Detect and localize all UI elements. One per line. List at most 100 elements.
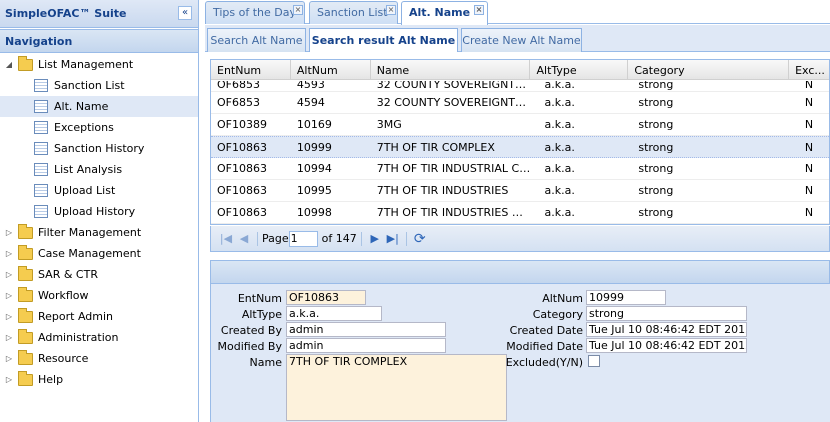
name-textarea[interactable]: 7TH OF TIR COMPLEX: [286, 354, 507, 421]
column-header-excluded[interactable]: Exc...: [789, 60, 829, 80]
alttype-field[interactable]: a.k.a.: [286, 306, 382, 321]
sidebar-item-filter-management[interactable]: ▷ Filter Management: [0, 222, 198, 243]
entnum-label: EntNum: [237, 292, 282, 305]
created-by-field[interactable]: admin: [286, 322, 446, 337]
first-page-icon[interactable]: |◀: [217, 232, 235, 245]
subtab-search-alt-name[interactable]: Search Alt Name: [207, 28, 306, 52]
collapse-sidebar-icon[interactable]: «: [178, 6, 192, 20]
close-icon[interactable]: ×: [293, 5, 303, 15]
column-header-altnum[interactable]: AltNum: [291, 60, 371, 80]
table-row[interactable]: OF10863 10998 7TH OF TIR INDUSTRIES OF I..…: [211, 202, 829, 224]
table-row[interactable]: OF10863 10999 7TH OF TIR COMPLEX a.k.a. stro…: [211, 136, 829, 158]
table-cell-alttype: a.k.a.: [544, 162, 575, 175]
table-cell-name: 7TH OF TIR INDUSTRIES OF I...: [376, 206, 531, 219]
expand-arrow-right-icon[interactable]: ▷: [4, 333, 14, 342]
list-document-icon: [34, 121, 48, 134]
column-header-name[interactable]: Name: [371, 60, 531, 80]
modified-by-field[interactable]: admin: [286, 338, 446, 353]
excluded-checkbox[interactable]: [588, 355, 600, 367]
table-cell-exc: N: [804, 96, 814, 109]
tab-alt-name[interactable]: Alt. Name ×: [401, 1, 488, 25]
table-cell-entnum: OF10863: [217, 206, 267, 219]
column-header-alttype[interactable]: AltType: [530, 60, 629, 80]
sidebar-item-list-management[interactable]: ◢ List Management: [0, 54, 198, 75]
sidebar-item-help[interactable]: ▷ Help: [0, 369, 198, 390]
table-row[interactable]: OF6853 4594 32 COUNTY SOVEREIGNTY ... a.k.a…: [211, 92, 829, 114]
sidebar-item-label: Report Admin: [38, 310, 114, 323]
category-field[interactable]: strong: [586, 306, 747, 321]
sidebar-item-list-analysis[interactable]: List Analysis: [0, 159, 198, 180]
folder-icon: [18, 370, 33, 386]
expand-arrow-down-icon[interactable]: ◢: [4, 60, 14, 69]
sidebar-item-label: Upload History: [54, 205, 136, 218]
table-row[interactable]: OF10863 10994 7TH OF TIR INDUSTRIAL CO... a…: [211, 158, 829, 180]
table-cell-category: strong: [638, 162, 674, 175]
sidebar-item-label: Upload List: [54, 184, 116, 197]
last-page-icon[interactable]: ▶|: [384, 232, 402, 245]
table-cell-entnum: OF10863: [217, 162, 267, 175]
created-date-label: Created Date: [509, 324, 583, 337]
altnum-label: AltNum: [542, 292, 583, 305]
table-cell-category: strong: [638, 206, 674, 219]
table-cell-name: 7TH OF TIR INDUSTRIES: [376, 184, 509, 197]
list-document-icon: [34, 142, 48, 155]
table-cell-exc: N: [804, 140, 814, 154]
sidebar-item-case-management[interactable]: ▷ Case Management: [0, 243, 198, 264]
table-cell-exc: N: [804, 81, 814, 91]
expand-arrow-right-icon[interactable]: ▷: [4, 228, 14, 237]
table-cell-entnum: OF10389: [217, 118, 267, 131]
table-row[interactable]: OF10389 10169 3MG a.k.a. strong N: [211, 114, 829, 136]
previous-page-icon[interactable]: ◀: [235, 232, 253, 245]
table-row[interactable]: OF10863 10995 7TH OF TIR INDUSTRIES a.k.a. s…: [211, 180, 829, 202]
subtab-create-new-alt-name[interactable]: Create New Alt Name: [461, 28, 582, 52]
modified-date-field[interactable]: Tue Jul 10 08:46:42 EDT 2012: [586, 338, 747, 353]
close-icon[interactable]: ×: [474, 5, 484, 15]
folder-icon: [18, 265, 33, 281]
entnum-field[interactable]: OF10863: [286, 290, 366, 305]
toolbar-separator: [257, 231, 258, 246]
sidebar-item-resource[interactable]: ▷ Resource: [0, 348, 198, 369]
sidebar-item-administration[interactable]: ▷ Administration: [0, 327, 198, 348]
close-icon[interactable]: ×: [386, 5, 396, 15]
column-header-category[interactable]: Category: [628, 60, 790, 80]
sidebar-item-alt-name[interactable]: Alt. Name: [0, 96, 198, 117]
expand-arrow-right-icon[interactable]: ▷: [4, 375, 14, 384]
expand-arrow-right-icon[interactable]: ▷: [4, 312, 14, 321]
table-cell-category: strong: [638, 140, 674, 154]
next-page-icon[interactable]: ▶: [366, 232, 384, 245]
sidebar-item-upload-list[interactable]: Upload List: [0, 180, 198, 201]
category-label: Category: [532, 308, 583, 321]
tab-sanction-list[interactable]: Sanction List ×: [309, 1, 398, 24]
list-document-icon: [34, 79, 48, 92]
table-row[interactable]: OF6853 4593 32 COUNTY SOVEREIGNTY ... a.k.a…: [211, 81, 829, 92]
sidebar-item-sar-ctr[interactable]: ▷ SAR & CTR: [0, 264, 198, 285]
created-date-field[interactable]: Tue Jul 10 08:46:42 EDT 2012: [586, 322, 747, 337]
column-header-entnum[interactable]: EntNum: [211, 60, 291, 80]
folder-icon: [18, 349, 33, 365]
sidebar-item-sanction-list[interactable]: Sanction List: [0, 75, 198, 96]
table-cell-exc: N: [804, 184, 814, 197]
sidebar-item-label: SAR & CTR: [38, 268, 98, 281]
tab-tips-of-the-day[interactable]: Tips of the Day ×: [205, 1, 305, 24]
altnum-field[interactable]: 10999: [586, 290, 666, 305]
modified-date-label: Modified Date: [506, 340, 583, 353]
sidebar-item-upload-history[interactable]: Upload History: [0, 201, 198, 222]
table-cell-entnum: OF10863: [217, 184, 267, 197]
subtab-search-result-alt-name[interactable]: Search result Alt Name: [309, 28, 458, 52]
main-panel: Tips of the Day × Sanction List × Alt. N…: [205, 0, 830, 422]
page-number-input[interactable]: [288, 230, 318, 247]
expand-arrow-right-icon[interactable]: ▷: [4, 270, 14, 279]
sidebar-item-report-admin[interactable]: ▷ Report Admin: [0, 306, 198, 327]
expand-arrow-right-icon[interactable]: ▷: [4, 291, 14, 300]
sidebar-item-workflow[interactable]: ▷ Workflow: [0, 285, 198, 306]
refresh-icon[interactable]: ⟳: [411, 231, 429, 247]
table-cell-altnum: 4593: [296, 81, 325, 91]
expand-arrow-right-icon[interactable]: ▷: [4, 249, 14, 258]
grid-header: EntNum AltNum Name AltType Category Exc.…: [211, 60, 829, 80]
sidebar-item-label: Resource: [38, 352, 89, 365]
table-cell-entnum: OF6853: [217, 96, 260, 109]
sidebar-item-exceptions[interactable]: Exceptions: [0, 117, 198, 138]
table-cell-category: strong: [638, 96, 674, 109]
sidebar-item-sanction-history[interactable]: Sanction History: [0, 138, 198, 159]
expand-arrow-right-icon[interactable]: ▷: [4, 354, 14, 363]
